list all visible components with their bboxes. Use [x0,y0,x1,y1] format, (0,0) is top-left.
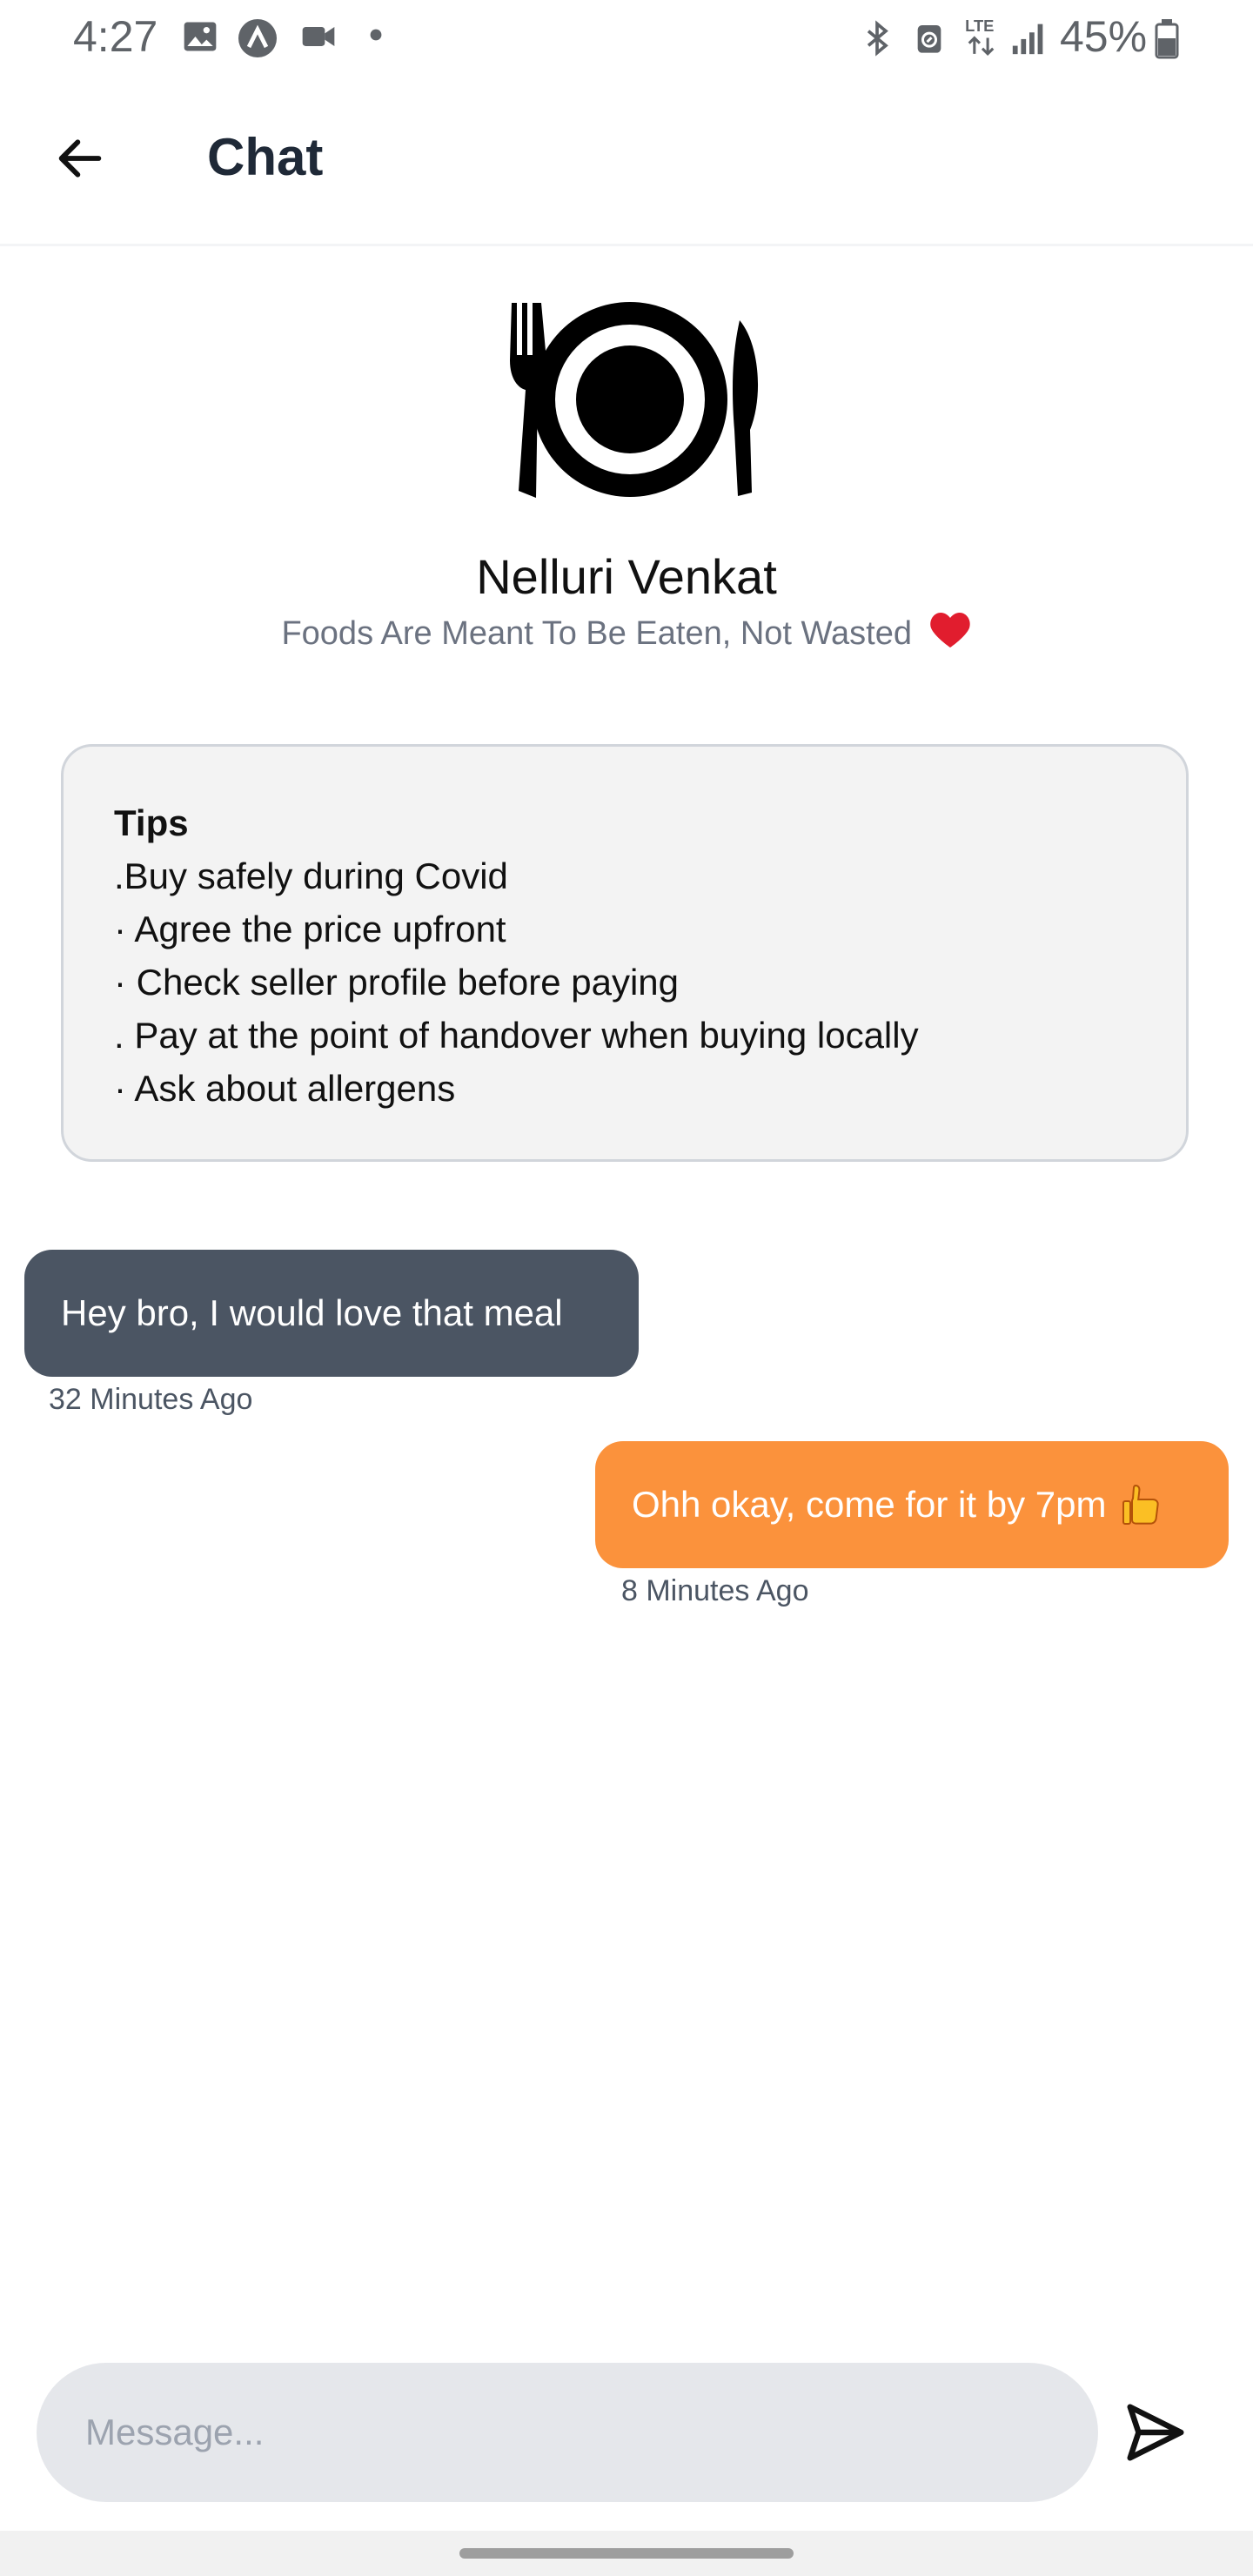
image-icon [184,22,217,51]
send-button[interactable] [1112,2389,1199,2476]
status-bar: 4:27 LTE 45% [0,0,1253,73]
home-indicator[interactable] [459,2548,794,2559]
profile-tagline: Foods Are Meant To Be Eaten, Not Wasted [0,609,1253,658]
dot-icon [370,29,382,41]
tagline-text: Foods Are Meant To Be Eaten, Not Wasted [281,615,912,652]
system-nav-bar [0,2531,1253,2576]
status-time: 4:27 [73,12,158,61]
battery-icon [1155,19,1179,59]
lte-icon: LTE [965,17,994,57]
app-bar: Chat [0,73,1253,246]
tips-line: · Check seller profile before paying [114,962,679,1003]
bluetooth-icon [867,20,888,57]
page-title: Chat [207,128,324,186]
tips-line: · Agree the price upfront [114,909,506,949]
tips-title: Tips [114,802,189,843]
message-input[interactable] [37,2363,1098,2502]
profile-name: Nelluri Venkat [476,549,777,604]
signal-icon [1012,23,1043,55]
message-timestamp: 8 Minutes Ago [621,1574,809,1607]
message-text: Hey bro, I would love that meal [61,1292,563,1333]
tips-card: Tips .Buy safely during Covid · Agree th… [61,744,1189,1162]
received-message-bubble[interactable]: Hey bro, I would love that meal [24,1250,639,1377]
svg-text:LTE: LTE [965,17,994,35]
plate-fork-knife-icon [510,302,759,498]
nfc-icon [917,25,941,53]
app-notification-icon [238,19,277,57]
thumbs-up-icon [1122,1484,1160,1525]
battery-percent: 45% [1060,12,1148,61]
message-text: Ohh okay, come for it by 7pm [632,1484,1107,1525]
sent-message-bubble[interactable]: Ohh okay, come for it by 7pm [595,1441,1229,1568]
message-timestamp: 32 Minutes Ago [49,1383,253,1416]
video-icon [302,27,335,46]
heart-icon [929,613,970,647]
tips-line: . Pay at the point of handover when buyi… [114,1015,919,1056]
send-icon [1127,2404,1184,2461]
arrow-left-icon [58,139,102,178]
tips-line: · Ask about allergens [114,1068,456,1109]
back-button[interactable] [40,118,120,198]
tips-line: .Buy safely during Covid [114,855,508,896]
